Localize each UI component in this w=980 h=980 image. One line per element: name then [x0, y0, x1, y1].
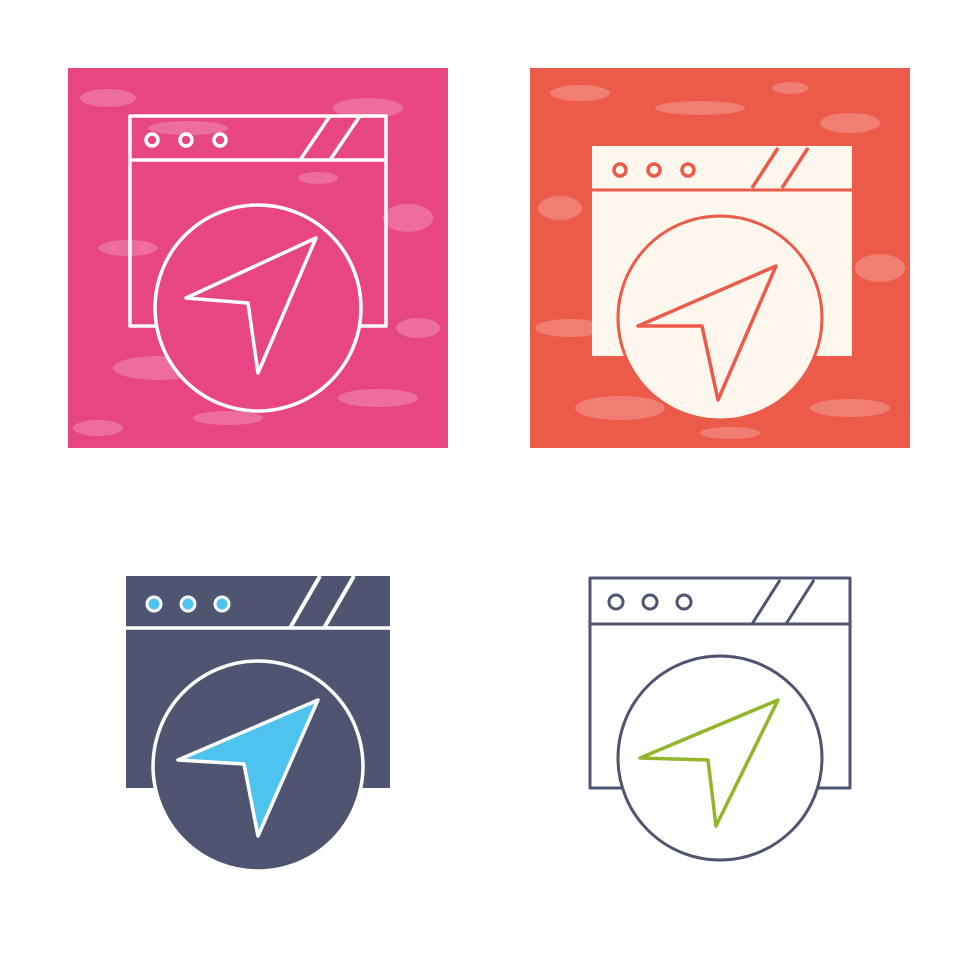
browser-navigation-icon-red [530, 68, 910, 448]
pink-compass-circle [153, 203, 363, 413]
glyph-tile-svg [126, 575, 390, 873]
red-compass-circle [616, 214, 824, 422]
glyph-browser-dots [145, 595, 231, 613]
pink-tile-svg [68, 68, 448, 448]
browser-navigation-icon-glyph [68, 530, 448, 910]
red-tile-svg [530, 68, 910, 448]
line-tile-svg [588, 576, 852, 862]
browser-navigation-icon-line [530, 530, 910, 910]
icon-set-canvas [0, 0, 980, 980]
browser-navigation-icon-pink [68, 68, 448, 448]
